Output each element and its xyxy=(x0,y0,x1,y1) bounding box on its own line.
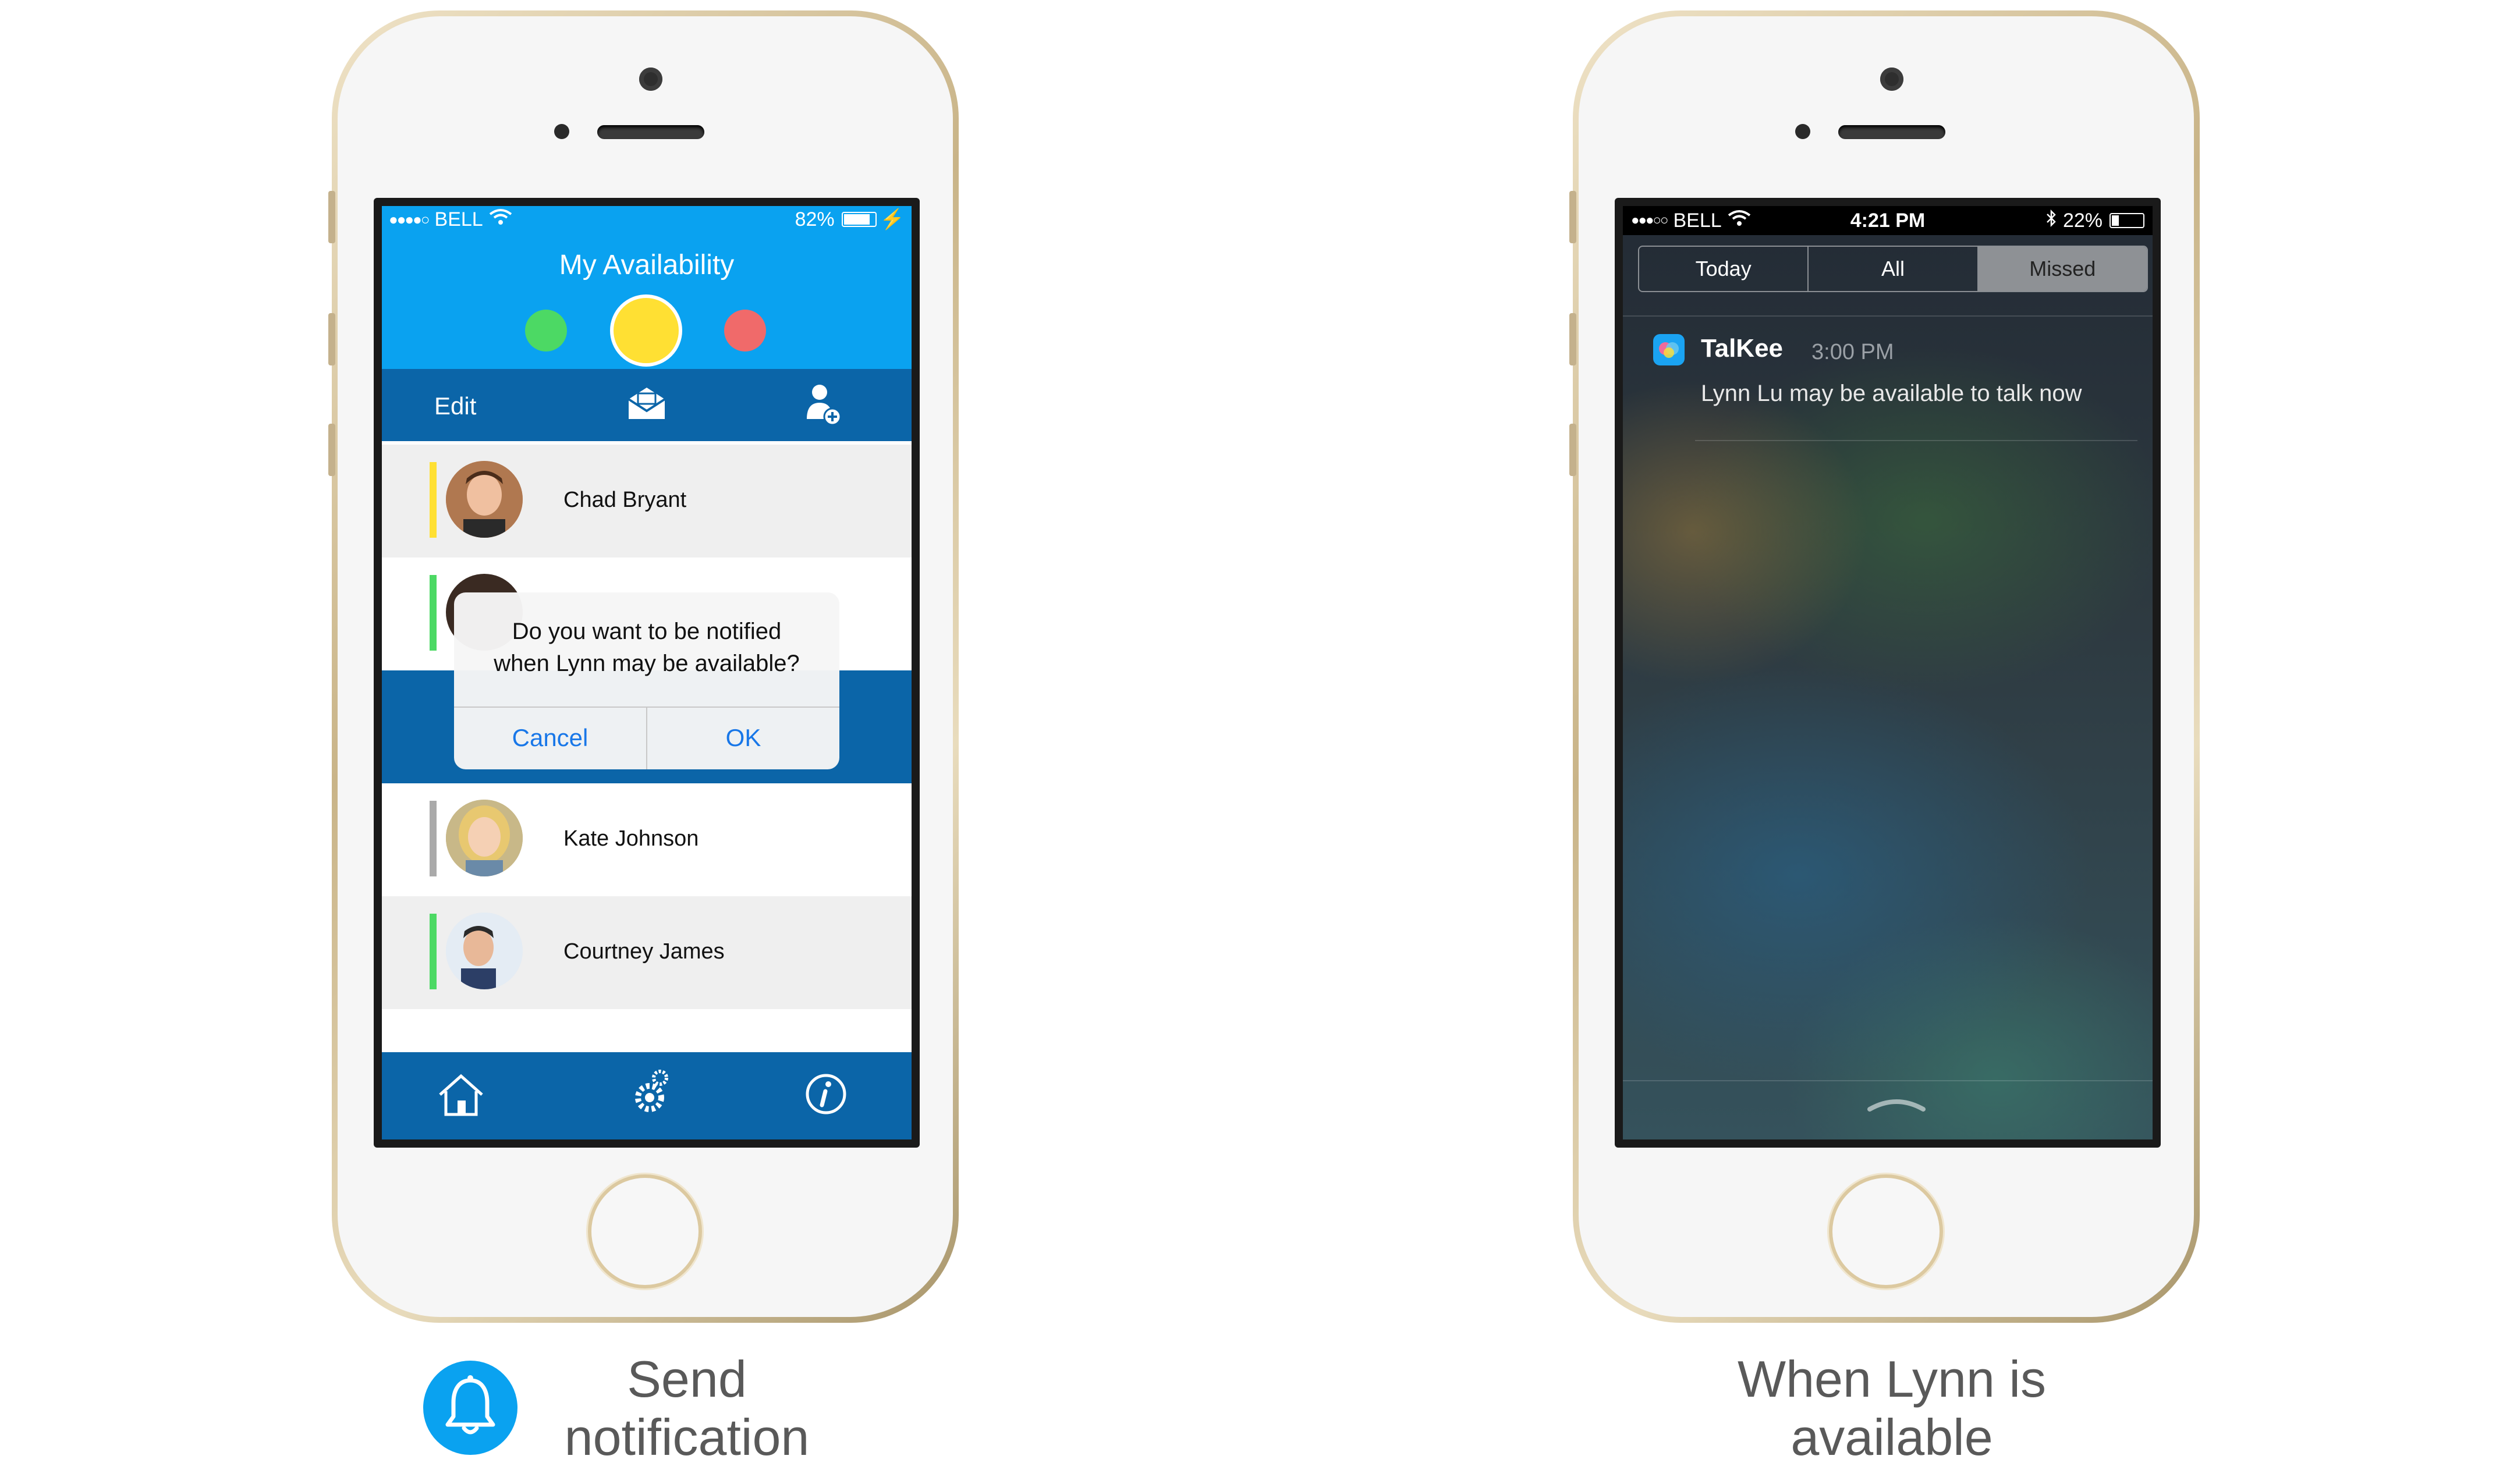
status-indicator xyxy=(430,462,437,538)
volume-down-button xyxy=(328,424,335,476)
list-item[interactable]: Chad Bryant xyxy=(382,445,912,558)
contact-name: Courtney James xyxy=(563,939,725,964)
signal-icon: ●●●●○ xyxy=(389,210,430,228)
right-caption-line2: available xyxy=(1791,1408,1993,1466)
status-bar: ●●●●○ BELL 82% ⚡ xyxy=(382,206,912,233)
notification-time: 3:00 PM xyxy=(1811,340,1894,364)
busy-status-button[interactable] xyxy=(724,310,766,352)
left-caption-line2: notification xyxy=(564,1408,810,1466)
mute-switch xyxy=(328,191,335,243)
divider xyxy=(1623,315,2153,317)
proximity-sensor xyxy=(1795,124,1810,139)
status-indicator xyxy=(430,914,437,989)
contact-name: Kate Johnson xyxy=(563,826,699,851)
carrier-label: BELL xyxy=(434,208,483,230)
tab-missed[interactable]: Missed xyxy=(1978,247,2147,291)
alert-message: Do you want to be notified when Lynn may… xyxy=(466,616,828,680)
alert-message-line1: Do you want to be notified xyxy=(512,619,782,644)
home-button[interactable] xyxy=(588,1174,702,1288)
app-screen: ●●●●○ BELL 82% ⚡ My Availability Edit Ch… xyxy=(382,206,912,1139)
divider xyxy=(1623,1080,2153,1081)
mute-switch xyxy=(1569,191,1576,243)
divider xyxy=(1695,440,2137,441)
header: ●●●●○ BELL 82% ⚡ My Availability xyxy=(382,206,912,369)
battery-icon xyxy=(2110,213,2144,228)
volume-up-button xyxy=(1569,313,1576,365)
battery-percent: 82% xyxy=(795,208,835,230)
wifi-icon xyxy=(489,208,512,230)
bell-icon xyxy=(445,1375,495,1435)
notification-segmented-control: Today All Missed xyxy=(1638,246,2148,292)
screen-frame: ●●●●○ BELL 82% ⚡ My Availability Edit Ch… xyxy=(374,198,920,1148)
tab-today[interactable]: Today xyxy=(1639,247,1809,291)
settings-icon[interactable] xyxy=(626,1068,673,1121)
bell-badge xyxy=(423,1361,517,1455)
left-caption: Send notification xyxy=(524,1350,850,1467)
notify-alert-dialog: Do you want to be notified when Lynn may… xyxy=(454,592,839,769)
charging-icon: ⚡ xyxy=(880,208,905,230)
cancel-button[interactable]: Cancel xyxy=(454,707,646,769)
right-caption-line1: When Lynn is xyxy=(1738,1350,2046,1408)
volume-down-button xyxy=(1569,424,1576,476)
phone-face: ●●●●○ BELL 82% ⚡ My Availability Edit Ch… xyxy=(338,16,953,1317)
notification-app-name: TalKee xyxy=(1701,334,1784,363)
proximity-sensor xyxy=(554,124,569,139)
avatar xyxy=(446,461,523,538)
avatar xyxy=(446,800,523,876)
alert-message-line2: when Lynn may be available? xyxy=(494,651,800,676)
edit-button[interactable]: Edit xyxy=(434,392,476,420)
earpiece-speaker xyxy=(597,125,704,139)
earpiece-speaker xyxy=(1838,125,1945,139)
front-camera xyxy=(1880,68,1903,91)
tab-bar xyxy=(382,1052,912,1139)
talkee-app-icon xyxy=(1653,334,1685,365)
phone-face: ●●●○○ BELL 4:21 PM 22% Today All Missed … xyxy=(1579,16,2194,1317)
notification-message[interactable]: Lynn Lu may be available to talk now xyxy=(1701,381,2082,407)
status-indicator xyxy=(430,801,437,876)
status-bar: ●●●○○ BELL 4:21 PM 22% xyxy=(1623,206,2153,235)
maybe-status-button[interactable] xyxy=(610,294,682,367)
battery-icon xyxy=(841,212,877,227)
screen-frame: ●●●○○ BELL 4:21 PM 22% Today All Missed … xyxy=(1615,198,2161,1148)
front-camera xyxy=(639,68,662,91)
list-item[interactable]: Courtney James xyxy=(382,896,912,1009)
left-phone: ●●●●○ BELL 82% ⚡ My Availability Edit Ch… xyxy=(328,10,959,1323)
right-caption: When Lynn is available xyxy=(1688,1350,2096,1467)
status-indicator xyxy=(430,575,437,651)
list-item[interactable]: Kate Johnson xyxy=(382,783,912,896)
page-title: My Availability xyxy=(559,250,735,281)
toolbar: Edit xyxy=(382,369,912,441)
info-icon[interactable] xyxy=(804,1073,848,1119)
clock: 4:21 PM xyxy=(1850,209,1926,232)
tab-all[interactable]: All xyxy=(1809,247,1979,291)
contact-name: Chad Bryant xyxy=(563,488,687,512)
right-phone: ●●●○○ BELL 4:21 PM 22% Today All Missed … xyxy=(1569,10,2200,1323)
pull-up-handle-icon[interactable] xyxy=(1867,1098,1926,1112)
ok-button[interactable]: OK xyxy=(647,707,839,769)
left-caption-line1: Send xyxy=(627,1350,747,1408)
avatar xyxy=(446,913,523,989)
add-contact-icon[interactable] xyxy=(803,383,844,430)
available-status-button[interactable] xyxy=(525,310,567,352)
notification-center: ●●●○○ BELL 4:21 PM 22% Today All Missed … xyxy=(1623,206,2153,1139)
mail-icon[interactable] xyxy=(626,385,667,424)
volume-up-button xyxy=(328,313,335,365)
home-button[interactable] xyxy=(1829,1174,1943,1288)
home-icon[interactable] xyxy=(437,1073,485,1120)
